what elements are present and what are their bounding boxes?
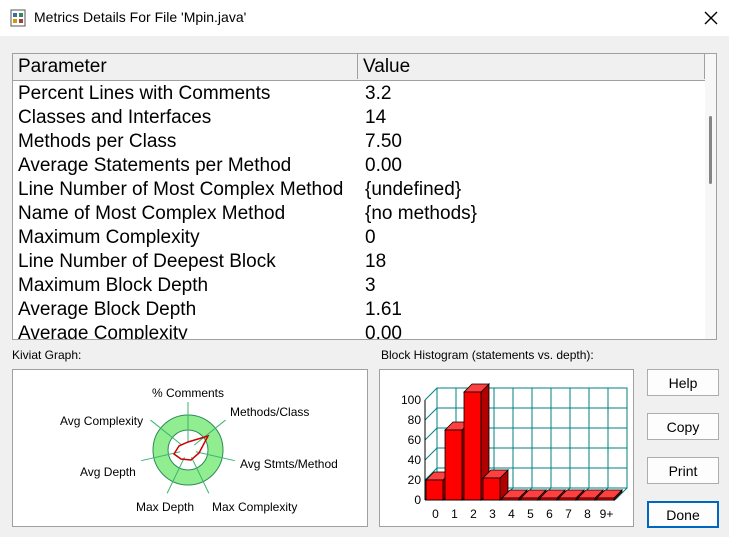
value-cell: {undefined} bbox=[365, 179, 462, 200]
x-tick-label: 6 bbox=[546, 507, 553, 521]
close-button[interactable] bbox=[692, 0, 729, 36]
parameter-cell: Line Number of Most Complex Method bbox=[18, 179, 344, 200]
kiviat-graph-panel: % Comments Methods/Class Avg Stmts/Metho… bbox=[12, 369, 368, 527]
table-row[interactable]: Maximum Block Depth 3 bbox=[13, 274, 705, 298]
table-row[interactable]: Line Number of Most Complex Method {undef… bbox=[13, 178, 705, 202]
help-button[interactable]: Help bbox=[647, 369, 719, 396]
table-header: Parameter Value bbox=[13, 54, 705, 81]
table-row[interactable]: Maximum Complexity 0 bbox=[13, 226, 705, 250]
y-tick-label: 80 bbox=[408, 413, 422, 427]
table-row[interactable]: Classes and Interfaces 14 bbox=[13, 106, 705, 130]
parameter-cell: Average Block Depth bbox=[18, 299, 197, 320]
histogram-label: Block Histogram (statements vs. depth): bbox=[381, 348, 594, 362]
kiviat-axis-label: Max Complexity bbox=[212, 500, 297, 514]
value-cell: 14 bbox=[365, 107, 387, 128]
window-title: Metrics Details For File 'Mpin.java' bbox=[34, 9, 247, 25]
table-row[interactable]: Line Number of Deepest Block 18 bbox=[13, 250, 705, 274]
x-tick-label: 3 bbox=[489, 507, 496, 521]
histogram-gridline bbox=[424, 447, 438, 461]
parameter-cell: Methods per Class bbox=[18, 131, 177, 152]
value-cell: 7.50 bbox=[365, 131, 402, 152]
table-row[interactable]: Percent Lines with Comments 3.2 bbox=[13, 82, 705, 106]
parameter-cell: Maximum Complexity bbox=[18, 227, 200, 248]
parameter-cell: Average Statements per Method bbox=[18, 155, 292, 176]
value-cell: {no methods} bbox=[365, 203, 477, 224]
y-tick-label: 20 bbox=[408, 473, 422, 487]
y-tick-label: 40 bbox=[408, 453, 422, 467]
x-tick-label: 2 bbox=[470, 507, 477, 521]
block-histogram-chart: 0204060801000 1 2 3 4 5 6 7 8 9+ bbox=[401, 383, 628, 521]
kiviat-axis-label: Max Depth bbox=[136, 500, 194, 514]
x-tick-label: 8 bbox=[584, 507, 591, 521]
table-row[interactable]: Average Block Depth 1.61 bbox=[13, 298, 705, 322]
kiviat-axis-label: Avg Stmts/Method bbox=[240, 457, 338, 471]
histogram-panel: 0 20 40 60 80 100 0 1 2 3 4 5 6 7 8 9+ bbox=[379, 369, 634, 527]
x-tick-label: 9+ bbox=[600, 507, 614, 521]
title-bar: Metrics Details For File 'Mpin.java' bbox=[0, 0, 729, 36]
value-cell: 1.61 bbox=[365, 299, 402, 320]
app-icon bbox=[10, 9, 26, 27]
parameter-cell: Percent Lines with Comments bbox=[18, 83, 271, 104]
column-header-value[interactable]: Value bbox=[358, 54, 705, 79]
scrollbar-thumb[interactable] bbox=[709, 116, 712, 184]
x-tick-label: 7 bbox=[565, 507, 572, 521]
table-row[interactable]: Average Complexity 0.00 bbox=[13, 322, 705, 340]
histogram-gridline bbox=[424, 427, 438, 441]
x-tick-label: 1 bbox=[451, 507, 458, 521]
kiviat-axis-label: Avg Depth bbox=[80, 465, 136, 479]
parameter-cell: Name of Most Complex Method bbox=[18, 203, 286, 224]
column-header-parameter[interactable]: Parameter bbox=[13, 54, 358, 79]
value-cell: 0.00 bbox=[365, 323, 402, 340]
table-row[interactable]: Average Statements per Method 0.00 bbox=[13, 154, 705, 178]
table-body: Percent Lines with Comments 3.2 Classes a… bbox=[13, 82, 705, 340]
parameter-cell: Maximum Block Depth bbox=[18, 275, 209, 296]
parameter-cell: Average Complexity bbox=[18, 323, 188, 340]
kiviat-graph-label: Kiviat Graph: bbox=[12, 348, 82, 362]
kiviat-axis-label: % Comments bbox=[152, 386, 224, 400]
print-button[interactable]: Print bbox=[647, 457, 719, 484]
value-cell: 3.2 bbox=[365, 83, 392, 104]
value-cell: 0.00 bbox=[365, 155, 402, 176]
kiviat-axis-label: Avg Complexity bbox=[60, 414, 143, 428]
metrics-table: Parameter Value Percent Lines with Comme… bbox=[12, 53, 717, 340]
y-tick-label: 60 bbox=[408, 433, 422, 447]
histogram-gridline bbox=[424, 407, 438, 421]
parameter-cell: Classes and Interfaces bbox=[18, 107, 212, 128]
close-icon bbox=[704, 11, 717, 25]
y-tick-label: 100 bbox=[401, 393, 421, 407]
y-tick-label: 0 bbox=[414, 493, 421, 507]
histogram-gridline bbox=[424, 387, 438, 401]
done-button[interactable]: Done bbox=[647, 501, 719, 528]
kiviat-axis-label: Methods/Class bbox=[230, 405, 309, 419]
parameter-cell: Line Number of Deepest Block bbox=[18, 251, 276, 272]
vertical-scrollbar[interactable] bbox=[705, 54, 716, 339]
x-tick-label: 0 bbox=[432, 507, 439, 521]
value-cell: 0 bbox=[365, 227, 376, 248]
table-row[interactable]: Methods per Class 7.50 bbox=[13, 130, 705, 154]
x-tick-label: 5 bbox=[527, 507, 534, 521]
kiviat-graph: % Comments Methods/Class Avg Stmts/Metho… bbox=[60, 386, 338, 514]
x-tick-label: 4 bbox=[508, 507, 515, 521]
table-row[interactable]: Name of Most Complex Method {no methods} bbox=[13, 202, 705, 226]
value-cell: 3 bbox=[365, 275, 376, 296]
value-cell: 18 bbox=[365, 251, 387, 272]
copy-button[interactable]: Copy bbox=[647, 413, 719, 440]
